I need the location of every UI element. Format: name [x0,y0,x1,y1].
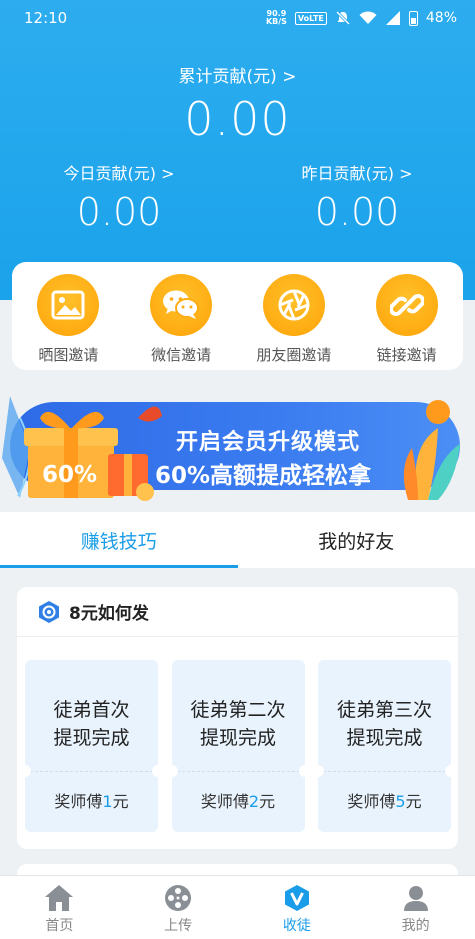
image-icon [37,274,100,336]
invite-by-image-label: 晒图邀请 [38,346,99,364]
ticket-notch [312,765,324,777]
ticket-notch [298,765,311,777]
total-contribution-value: 0.00 [184,92,291,146]
status-icons: 90.9 KB/S VoLTE 48% [266,10,457,27]
banner-subtitle: 60%高额提成轻松拿 [155,463,372,489]
nav-upload[interactable]: 上传 [119,876,238,939]
reward-amount: 5 [395,792,406,811]
reward-step-card: 徒弟第三次 提现完成 奖师傅5元 [312,660,457,832]
ticket-divider [25,771,158,772]
nav-mine[interactable]: 我的 [356,876,475,939]
gift-box-illustration [2,396,162,501]
reward-rules-header: 8元如何发 [17,587,458,637]
tab-my-friends[interactable]: 我的好友 [238,512,475,568]
nav-home[interactable]: 首页 [0,876,119,939]
mute-bell-icon [335,10,350,26]
reward-step-condition: 徒弟第三次 提现完成 [336,699,432,749]
today-contribution[interactable]: 今日贡献(元) > 0.00 [19,160,219,234]
reward-amount: 1 [102,792,113,811]
yesterday-contribution-value: 0.00 [314,190,400,234]
reward-amount: 2 [248,792,260,811]
today-contribution-label: 今日贡献(元) > [63,164,175,183]
home-icon [45,885,74,911]
reward-unit: 元 [112,792,129,811]
reward-step-amount: 奖师傅5元 [318,788,451,812]
battery-percent: 48% [425,10,457,26]
reward-step-condition: 徒弟首次 提现完成 [53,699,130,749]
volte-icon: VoLTE [294,11,327,25]
signal-icon [385,11,400,25]
invite-by-moments-button[interactable]: 朋友圈邀请 [239,274,349,365]
battery-icon [408,10,418,26]
reward-step-condition: 徒弟第二次 提现完成 [190,699,286,749]
nav-apprentice[interactable]: 收徒 [238,876,357,939]
ticket-divider [318,771,451,772]
bottom-navigation: 首页 上传 收徒 我的 [0,875,475,939]
ticket-notch [165,765,178,777]
ticket-notch [152,765,164,777]
nav-home-label: 首页 [45,918,74,934]
wechat-icon [150,274,213,336]
invite-by-link-button[interactable]: 链接邀请 [352,274,462,365]
apprentice-badge-icon [284,885,309,911]
status-time: 12:10 [24,9,68,27]
leaf-decoration [403,400,460,500]
ticket-notch [19,765,31,777]
net-speed-unit: KB/S [265,17,287,26]
banner-box-text: 60% [42,462,98,488]
tab-earning-tips[interactable]: 赚钱技巧 [0,512,238,568]
reward-step-card: 徒弟首次 提现完成 奖师傅1元 [19,660,164,832]
invite-by-image-button[interactable]: 晒图邀请 [13,274,123,365]
film-reel-icon [165,885,192,911]
invite-by-wechat-button[interactable]: 微信邀请 [126,274,236,365]
total-contribution-label[interactable]: 累计贡献(元) > [0,62,475,87]
wifi-icon [359,11,377,24]
nav-mine-label: 我的 [401,918,430,934]
yesterday-contribution[interactable]: 昨日贡献(元) > 0.00 [257,160,457,234]
moments-icon [262,274,325,336]
reward-rules-card: 8元如何发 徒弟首次 提现完成 奖师傅1元 徒弟第二次 提现完成 奖师傅2元 徒… [17,587,458,849]
reward-prefix: 奖师傅 [200,792,249,811]
earnings-header: 12:10 90.9 KB/S VoLTE 48% 累计贡献(元) > 0.00 [0,0,475,300]
hexagon-badge-icon [39,600,59,623]
invite-by-moments-label: 朋友圈邀请 [256,346,332,364]
invite-by-link-label: 链接邀请 [376,346,437,364]
reward-step-card: 徒弟第二次 提现完成 奖师傅2元 [165,660,311,832]
link-icon [375,274,438,336]
invite-methods-card: 晒图邀请 微信邀请 朋友圈邀请 链接邀请 [12,262,463,370]
yesterday-contribution-label: 昨日贡献(元) > [301,164,413,183]
reward-prefix: 奖师傅 [54,792,103,811]
invite-by-wechat-label: 微信邀请 [151,346,212,364]
net-speed-indicator: 90.9 KB/S [266,10,287,26]
reward-unit: 元 [259,792,276,811]
status-bar: 12:10 90.9 KB/S VoLTE 48% [0,0,475,36]
content-tabs: 赚钱技巧 我的好友 [0,512,475,568]
today-contribution-value: 0.00 [76,190,162,234]
reward-step-amount: 奖师傅2元 [172,788,305,812]
reward-prefix: 奖师傅 [347,792,396,811]
reward-rules-title: 8元如何发 [69,604,149,624]
reward-steps: 徒弟首次 提现完成 奖师傅1元 徒弟第二次 提现完成 奖师傅2元 徒弟第三次 提… [19,660,457,832]
ticket-divider [171,771,305,772]
reward-step-amount: 奖师傅1元 [25,788,158,812]
profile-icon [403,886,428,911]
nav-apprentice-label: 收徒 [282,918,311,934]
banner-title: 开启会员升级模式 [176,430,361,455]
nav-upload-label: 上传 [164,918,193,934]
ticket-notch [445,765,457,777]
reward-unit: 元 [405,792,422,811]
